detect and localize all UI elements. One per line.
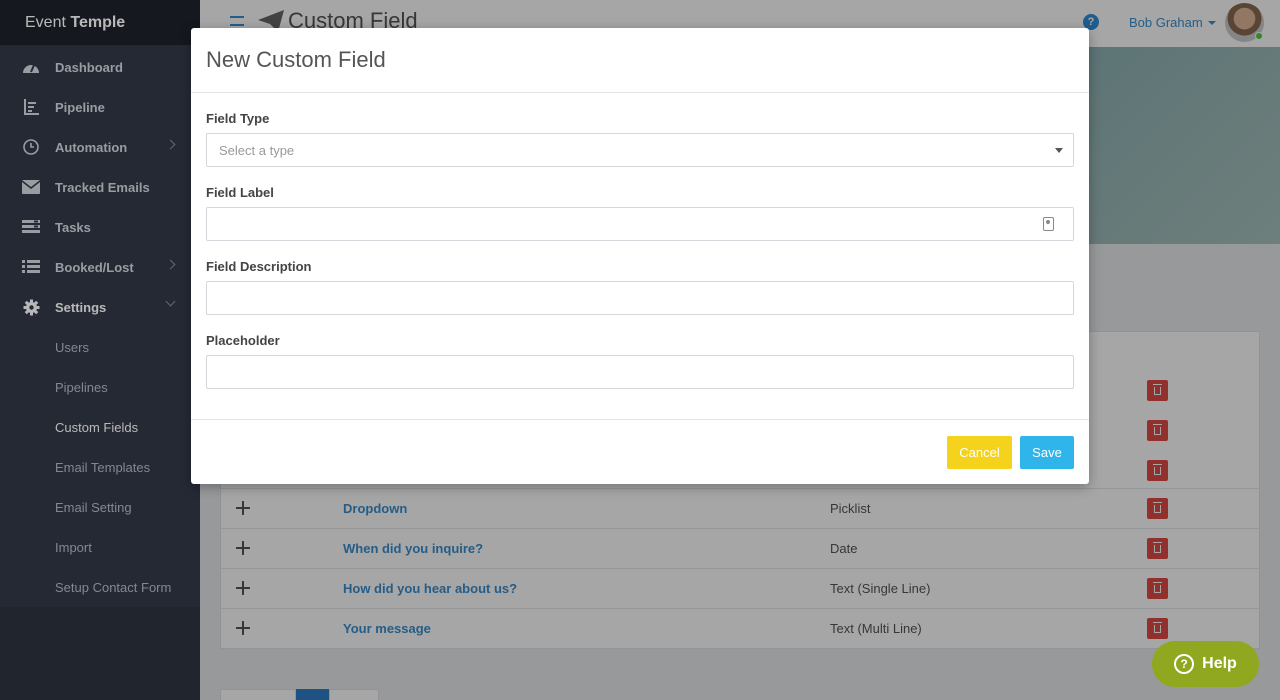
field-label-label: Field Label [206, 185, 274, 200]
field-description-label: Field Description [206, 259, 312, 274]
modal-footer: Cancel Save [191, 419, 1089, 484]
modal-title: New Custom Field [191, 28, 1089, 93]
field-type-placeholder: Select a type [219, 143, 295, 158]
field-type-select[interactable]: Select a type [206, 133, 1074, 167]
sidebar-backdrop [0, 0, 200, 700]
caret-down-icon [1055, 148, 1063, 153]
placeholder-input[interactable] [206, 355, 1074, 389]
save-button[interactable]: Save [1020, 436, 1074, 469]
help-button[interactable]: ? Help [1152, 641, 1259, 687]
field-type-label: Field Type [206, 111, 270, 126]
placeholder-label: Placeholder [206, 333, 280, 348]
new-custom-field-modal: New Custom Field Field Type Select a typ… [191, 28, 1089, 484]
cancel-button[interactable]: Cancel [947, 436, 1012, 469]
contact-card-icon[interactable] [1043, 217, 1054, 231]
field-label-input[interactable] [206, 207, 1074, 241]
question-icon: ? [1174, 654, 1195, 674]
field-description-input[interactable] [206, 281, 1074, 315]
help-button-label: Help [1202, 655, 1237, 672]
